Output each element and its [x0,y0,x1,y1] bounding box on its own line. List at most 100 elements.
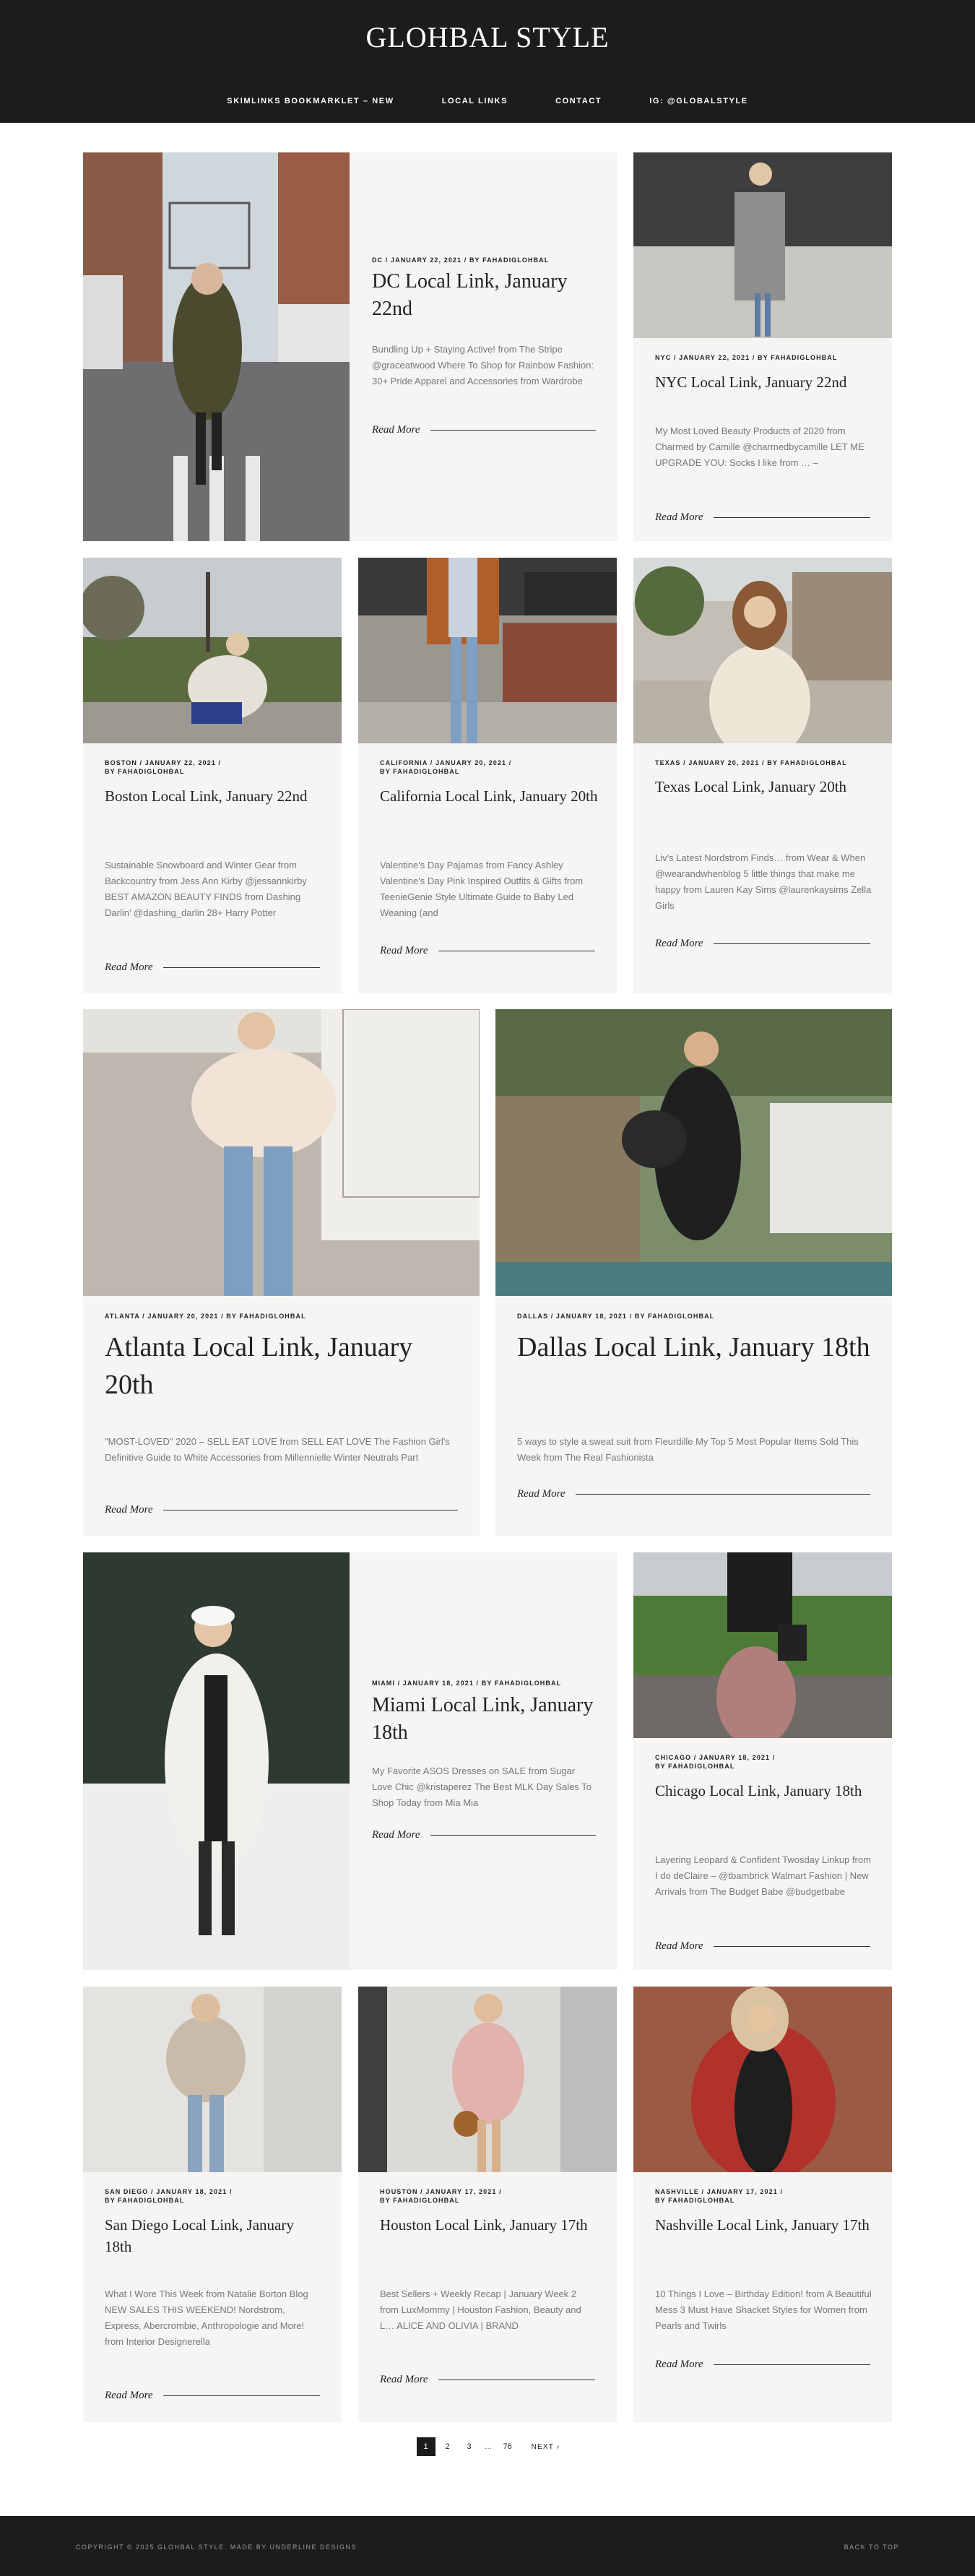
post-title[interactable]: Atlanta Local Link, January 20th [105,1328,462,1404]
read-more-link[interactable]: Read More [372,423,596,436]
read-more-link[interactable]: Read More [517,1487,870,1500]
post-card-dc: DC / JANUARY 22, 2021 / BY FAHADIGLOHBAL… [83,152,618,541]
read-more-label[interactable]: Read More [655,2359,703,2371]
post-meta: NASHVILLE / JANUARY 17, 2021 / [655,2188,784,2195]
read-more-label[interactable]: Read More [105,961,153,974]
read-more-link[interactable]: Read More [380,2373,595,2386]
read-more-link[interactable]: Read More [105,961,320,974]
post-meta: BOSTON / JANUARY 22, 2021 / [105,759,222,766]
post-excerpt: Valentine's Day Pajamas from Fancy Ashle… [380,860,584,918]
post-meta-author: BY FAHADIGLOHBAL [380,2197,460,2204]
divider [713,517,870,518]
post-meta: TEXAS / JANUARY 20, 2021 / BY FAHADIGLOH… [655,759,847,766]
divider [713,2364,870,2365]
read-more-link[interactable]: Read More [655,937,870,950]
post-title[interactable]: California Local Link, January 20th [380,785,599,807]
read-more-link[interactable]: Read More [105,2389,320,2402]
page-last-button[interactable]: 76 [498,2437,517,2456]
post-meta: HOUSTON / JANUARY 17, 2021 / [380,2188,502,2195]
divider [430,429,596,431]
read-more-label[interactable]: Read More [655,511,703,524]
site-header: GLOHBAL STYLE SKIMLINKS BOOKMARKLET – NE… [0,0,975,123]
post-title[interactable]: Miami Local Link, January 18th [372,1692,600,1747]
post-excerpt: Liv's Latest Nordstrom Finds… from Wear … [655,852,872,911]
post-title[interactable]: DC Local Link, January 22nd [372,268,600,323]
post-meta: CHICAGO / JANUARY 18, 2021 / [655,1754,776,1761]
post-image-california[interactable] [358,558,617,743]
post-image-nyc[interactable] [633,152,892,338]
post-image-dallas[interactable] [495,1009,892,1296]
post-meta-author: BY FAHADIGLOHBAL [655,2197,735,2204]
copyright-text: COPYRIGHT © 2025 GLOHBAL STYLE. MADE BY … [76,2543,358,2551]
read-more-label[interactable]: Read More [105,2390,153,2402]
read-more-label[interactable]: Read More [655,938,703,950]
post-title[interactable]: Chicago Local Link, January 18th [655,1780,875,1802]
back-to-top-link[interactable]: BACK TO TOP [844,2543,899,2551]
post-meta: MIAMI / JANUARY 18, 2021 / BY FAHADIGLOH… [372,1680,562,1687]
post-excerpt: Layering Leopard & Confident Twosday Lin… [655,1854,871,1897]
page-3-button[interactable]: 3 [460,2437,479,2456]
read-more-link[interactable]: Read More [655,1940,870,1953]
read-more-label[interactable]: Read More [517,1488,566,1500]
post-card-california: CALIFORNIA / JANUARY 20, 2021 / BY FAHAD… [358,558,617,993]
post-image-atlanta[interactable] [83,1009,480,1296]
read-more-link[interactable]: Read More [655,2358,870,2371]
post-image-houston[interactable] [358,1987,617,2172]
nav-item-skimlinks[interactable]: SKIMLINKS BOOKMARKLET – NEW [227,97,394,111]
post-card-houston: HOUSTON / JANUARY 17, 2021 / BY FAHADIGL… [358,1987,617,2422]
post-title[interactable]: San Diego Local Link, January 18th [105,2214,324,2257]
nav-item-local-links[interactable]: LOCAL LINKS [442,97,508,111]
post-meta: CALIFORNIA / JANUARY 20, 2021 / [380,759,512,766]
read-more-label[interactable]: Read More [655,1940,703,1953]
post-title[interactable]: Dallas Local Link, January 18th [517,1328,875,1366]
post-image-miami[interactable] [83,1552,350,1970]
post-title[interactable]: Houston Local Link, January 17th [380,2214,599,2236]
next-page-link[interactable]: NEXT › [532,2443,560,2451]
divider [162,967,320,968]
main-nav: SKIMLINKS BOOKMARKLET – NEW LOCAL LINKS … [0,97,975,111]
read-more-link[interactable]: Read More [372,1828,596,1841]
post-card-texas: TEXAS / JANUARY 20, 2021 / BY FAHADIGLOH… [633,558,892,993]
post-card-boston: BOSTON / JANUARY 22, 2021 / BY FAHADIGLO… [83,558,342,993]
post-title[interactable]: Texas Local Link, January 20th [655,776,875,798]
post-title[interactable]: Nashville Local Link, January 17th [655,2214,875,2236]
post-card-atlanta: ATLANTA / JANUARY 20, 2021 / BY FAHADIGL… [83,1009,480,1536]
post-image-nashville[interactable] [633,1987,892,2172]
post-meta-author: BY FAHADIGLOHBAL [105,768,185,775]
post-meta: NYC / JANUARY 22, 2021 / BY FAHADIGLOHBA… [655,354,838,361]
post-excerpt: Best Sellers + Weekly Recap | January We… [380,2288,581,2331]
post-excerpt: My Favorite ASOS Dresses on SALE from Su… [372,1765,592,1808]
site-title[interactable]: GLOHBAL STYLE [0,20,975,54]
divider [162,2395,320,2396]
post-meta-author: BY FAHADIGLOHBAL [105,2197,185,2204]
post-excerpt: Bundling Up + Staying Active! from The S… [372,344,594,386]
read-more-label[interactable]: Read More [372,1829,420,1841]
read-more-label[interactable]: Read More [380,945,428,957]
post-meta-author: BY FAHADIGLOHBAL [655,1763,735,1770]
post-image-texas[interactable] [633,558,892,743]
page-1-button[interactable]: 1 [416,2437,436,2456]
post-image-dc[interactable] [83,152,350,541]
post-excerpt: 10 Things I Love – Birthday Edition! fro… [655,2288,872,2331]
pagination-ellipsis: … [484,2442,493,2451]
post-card-miami: MIAMI / JANUARY 18, 2021 / BY FAHADIGLOH… [83,1552,618,1970]
nav-item-contact[interactable]: CONTACT [555,97,602,111]
read-more-label[interactable]: Read More [380,2374,428,2386]
site-footer: COPYRIGHT © 2025 GLOHBAL STYLE. MADE BY … [0,2516,975,2576]
read-more-link[interactable]: Read More [655,511,870,524]
post-title[interactable]: Boston Local Link, January 22nd [105,785,324,807]
nav-item-instagram[interactable]: IG: @GLOBALSTYLE [649,97,748,111]
read-more-link[interactable]: Read More [380,944,595,957]
post-meta: DC / JANUARY 22, 2021 / BY FAHADIGLOHBAL [372,256,550,264]
page-2-button[interactable]: 2 [438,2437,457,2456]
post-image-boston[interactable] [83,558,342,743]
post-image-san-diego[interactable] [83,1987,342,2172]
post-card-nashville: NASHVILLE / JANUARY 17, 2021 / BY FAHADI… [633,1987,892,2422]
read-more-link[interactable]: Read More [105,1503,458,1516]
post-excerpt: Sustainable Snowboard and Winter Gear fr… [105,860,307,918]
post-title[interactable]: NYC Local Link, January 22nd [655,371,875,393]
read-more-label[interactable]: Read More [105,1504,153,1516]
read-more-label[interactable]: Read More [372,424,420,436]
post-excerpt: 5 ways to style a sweat suit from Fleurd… [517,1436,859,1463]
post-image-chicago[interactable] [633,1552,892,1738]
